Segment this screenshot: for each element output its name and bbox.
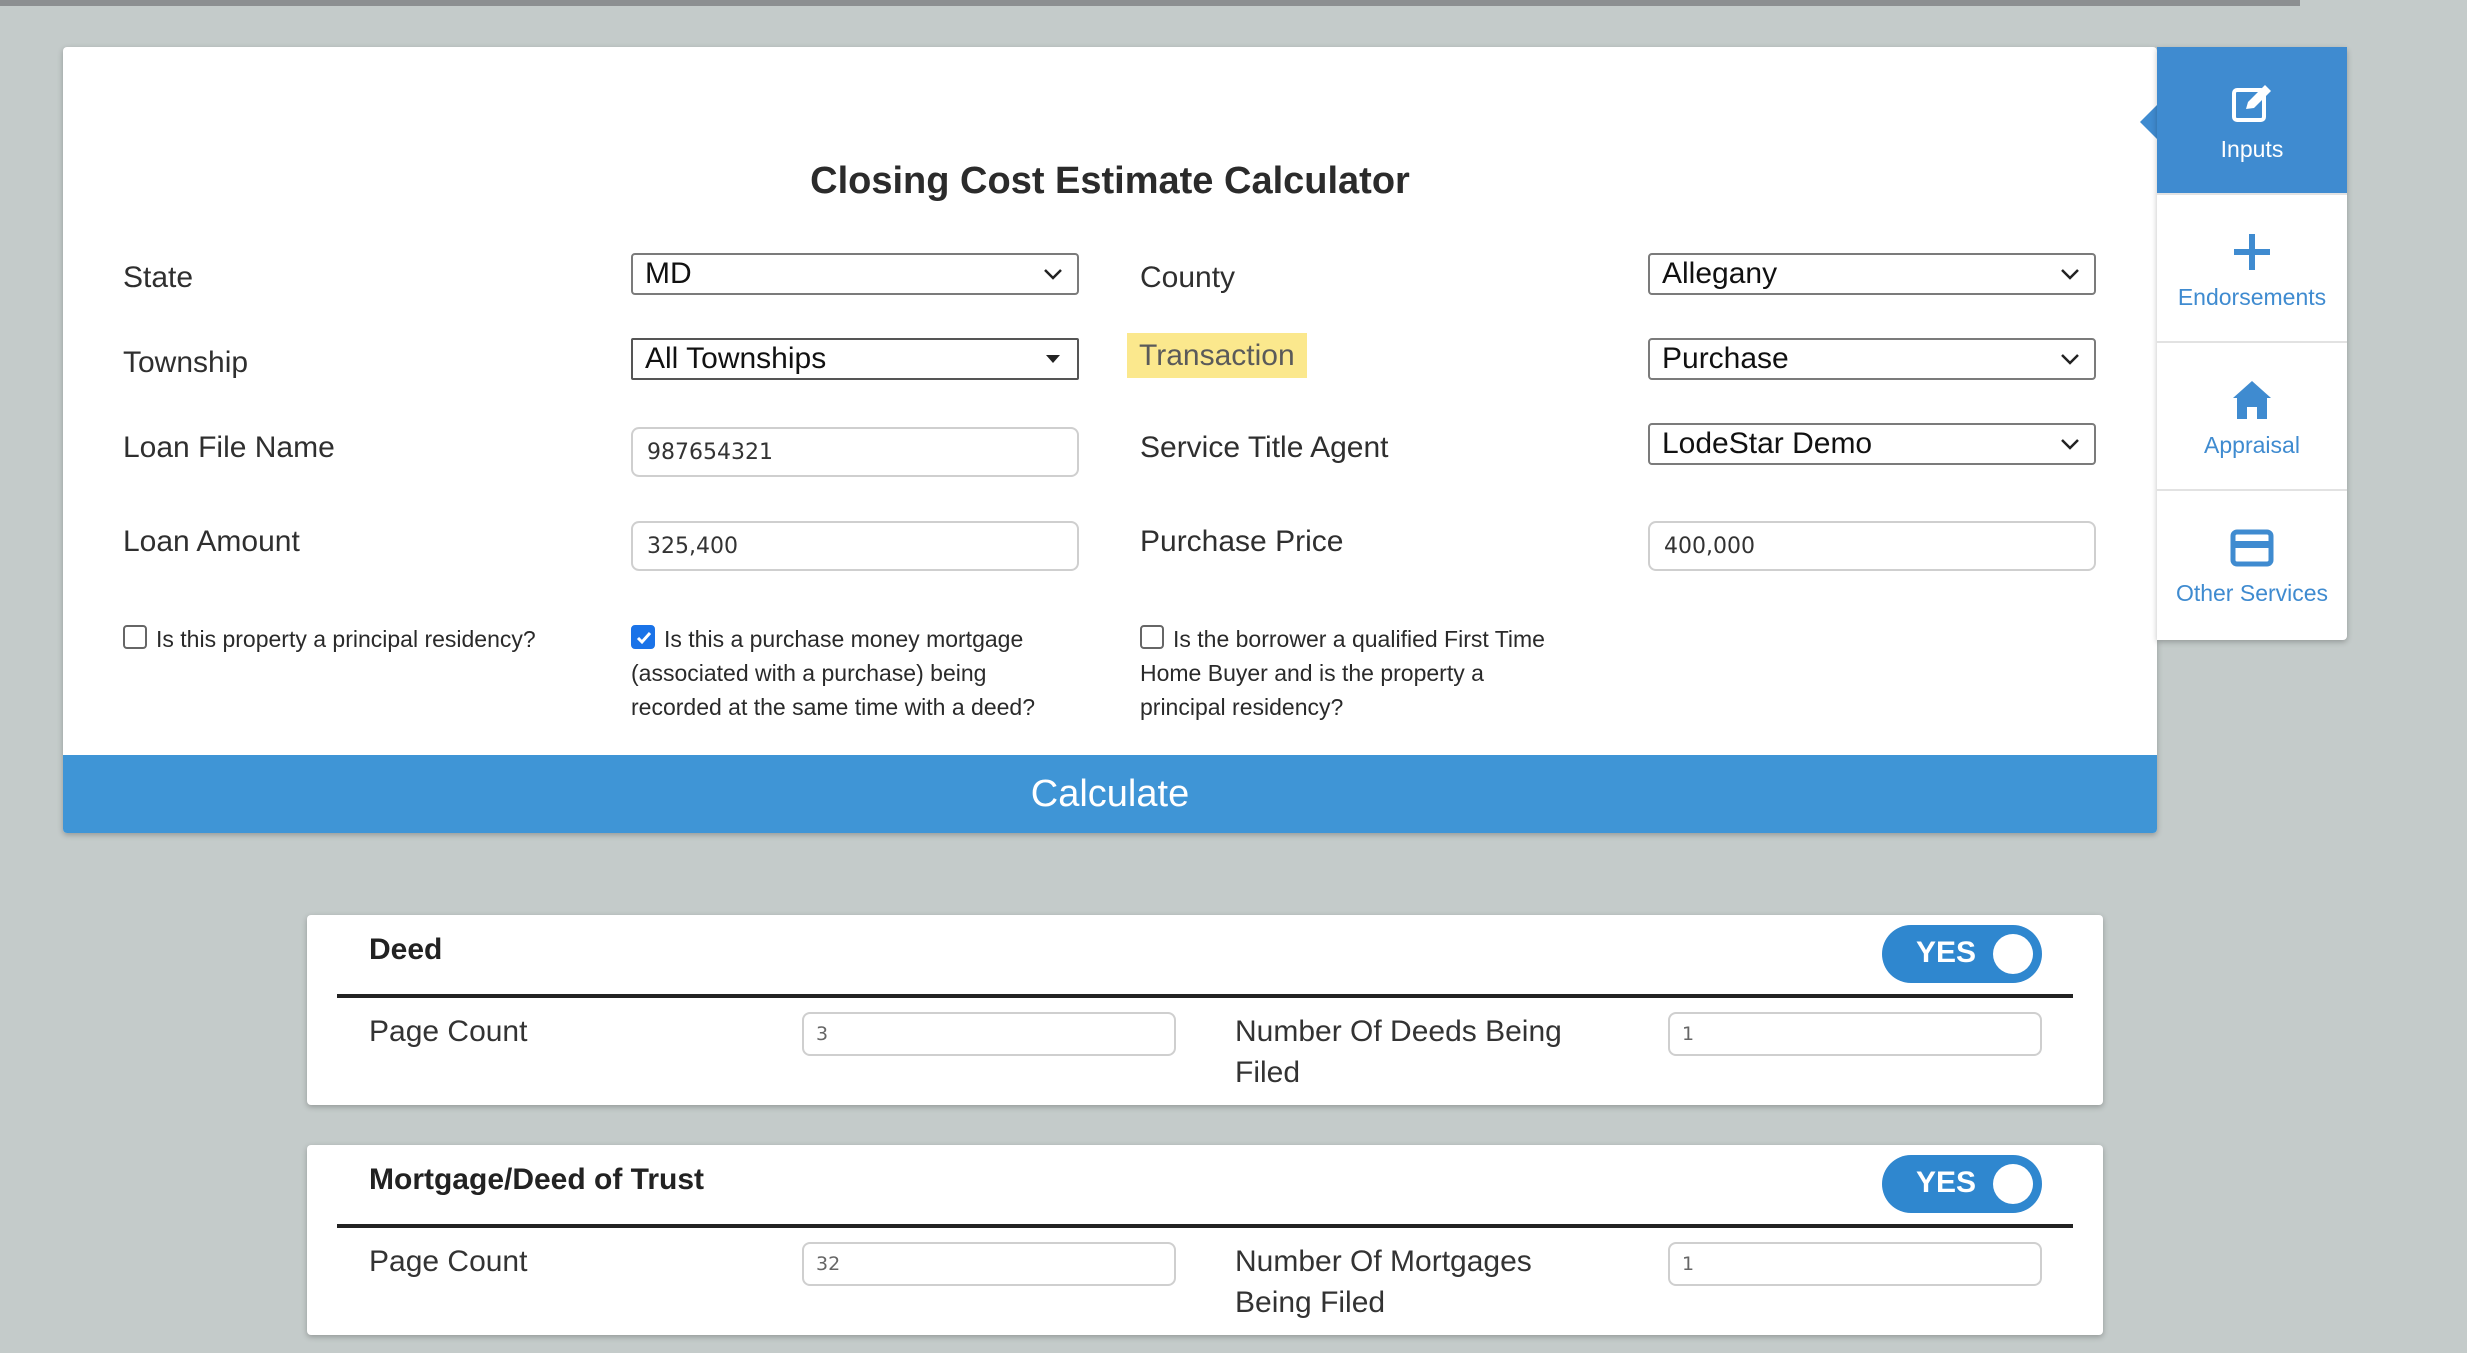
sidebar-item-label: Appraisal: [2204, 431, 2300, 458]
label-line: Filed: [1235, 1056, 1301, 1089]
calculator-card: Closing Cost Estimate Calculator State M…: [63, 47, 2157, 833]
chevron-down-icon: [2061, 354, 2079, 365]
toggle-knob: [1993, 934, 2033, 974]
label-line: Number Of Deeds Being: [1235, 1015, 1562, 1048]
panel-title: Deed: [369, 933, 443, 966]
state-select[interactable]: MD: [631, 253, 1079, 295]
caret-down-icon: [1046, 355, 1060, 363]
chevron-down-icon: [1044, 269, 1062, 280]
sidebar-item-appraisal[interactable]: Appraisal: [2157, 343, 2347, 489]
plus-icon: [2234, 233, 2270, 270]
service-agent-label: Service Title Agent: [1140, 431, 1389, 464]
loan-file-label: Loan File Name: [123, 431, 335, 464]
township-label: Township: [123, 346, 249, 379]
calculate-button[interactable]: Calculate: [63, 755, 2157, 833]
home-icon: [2233, 380, 2271, 419]
loan-amount-input[interactable]: 325,400: [631, 521, 1079, 571]
number-of-deeds-label: Number Of Deeds Being Filed: [1235, 1011, 1562, 1093]
edit-icon: [2232, 84, 2271, 122]
toggle-label: YES: [1916, 936, 1977, 969]
panel-divider: [337, 1224, 2073, 1228]
first-time-buyer-text: Is the borrower a qualified First Time H…: [1140, 622, 1600, 724]
card-icon: [2230, 529, 2274, 566]
chevron-down-icon: [2061, 439, 2079, 450]
transaction-select[interactable]: Purchase: [1648, 338, 2096, 380]
township-value: All Townships: [645, 342, 827, 375]
number-of-mortgages-input[interactable]: 1: [1668, 1242, 2042, 1286]
principal-residency-checkbox[interactable]: [123, 625, 147, 649]
deed-toggle[interactable]: YES: [1882, 925, 2042, 983]
sidebar-item-label: Other Services: [2175, 579, 2329, 606]
purchase-money-mortgage-text: Is this a purchase money mortgage (assoc…: [631, 622, 1091, 724]
county-select[interactable]: Allegany: [1648, 253, 2096, 295]
sidebar-item-inputs[interactable]: Inputs: [2157, 47, 2347, 193]
sidebar: Inputs Endorsements Appraisal Other Serv…: [2157, 47, 2347, 640]
page-count-label: Page Count: [369, 1245, 528, 1278]
label-line: Number Of Mortgages: [1235, 1245, 1532, 1278]
sidebar-item-label: Inputs: [2220, 135, 2284, 162]
checkbox-text-line: Is this a purchase money mortgage: [664, 626, 1024, 652]
checkbox-text-line: Is this property a principal residency?: [156, 626, 536, 652]
purchase-price-input[interactable]: 400,000: [1648, 521, 2096, 571]
panel-divider: [337, 994, 2073, 998]
checkbox-text-line: principal residency?: [1140, 694, 1344, 720]
active-tab-pointer: [2140, 104, 2158, 140]
chevron-down-icon: [2061, 269, 2079, 280]
number-of-deeds-input[interactable]: 1: [1668, 1012, 2042, 1056]
county-value: Allegany: [1662, 257, 1778, 290]
county-label: County: [1140, 261, 1236, 294]
state-label: State: [123, 261, 194, 294]
principal-residency-text: Is this property a principal residency?: [156, 622, 536, 656]
toggle-label: YES: [1916, 1166, 1977, 1199]
mortgage-toggle[interactable]: YES: [1882, 1155, 2042, 1213]
checkbox-text-line: (associated with a purchase) being: [631, 660, 987, 686]
top-divider: [0, 0, 2300, 6]
label-line: Being Filed: [1235, 1286, 1386, 1319]
transaction-value: Purchase: [1662, 342, 1789, 375]
deed-panel: Deed YES Page Count 3 Number Of Deeds Be…: [307, 915, 2103, 1105]
service-agent-value: LodeStar Demo: [1662, 427, 1873, 460]
mortgage-page-count-input[interactable]: 32: [802, 1242, 1176, 1286]
loan-amount-label: Loan Amount: [123, 525, 300, 558]
panel-title: Mortgage/Deed of Trust: [369, 1163, 705, 1196]
sidebar-item-label: Endorsements: [2177, 283, 2327, 310]
number-of-mortgages-label: Number Of Mortgages Being Filed: [1235, 1241, 1532, 1323]
checkbox-text-line: recorded at the same time with a deed?: [631, 694, 1036, 720]
transaction-label: Transaction: [1127, 333, 1307, 378]
service-agent-select[interactable]: LodeStar Demo: [1648, 423, 2096, 465]
page-title: Closing Cost Estimate Calculator: [810, 160, 1410, 202]
loan-file-input[interactable]: 987654321: [631, 427, 1079, 477]
checkbox-text-line: Home Buyer and is the property a: [1140, 660, 1484, 686]
purchase-price-label: Purchase Price: [1140, 525, 1344, 558]
sidebar-item-endorsements[interactable]: Endorsements: [2157, 195, 2347, 341]
township-select[interactable]: All Townships: [631, 338, 1079, 380]
deed-page-count-input[interactable]: 3: [802, 1012, 1176, 1056]
mortgage-panel: Mortgage/Deed of Trust YES Page Count 32…: [307, 1145, 2103, 1335]
checkbox-text-line: Is the borrower a qualified First Time: [1173, 626, 1545, 652]
page-count-label: Page Count: [369, 1015, 528, 1048]
sidebar-item-other-services[interactable]: Other Services: [2157, 491, 2347, 637]
state-value: MD: [645, 257, 692, 290]
transaction-label-text: Transaction: [1127, 333, 1307, 378]
toggle-knob: [1993, 1164, 2033, 1204]
